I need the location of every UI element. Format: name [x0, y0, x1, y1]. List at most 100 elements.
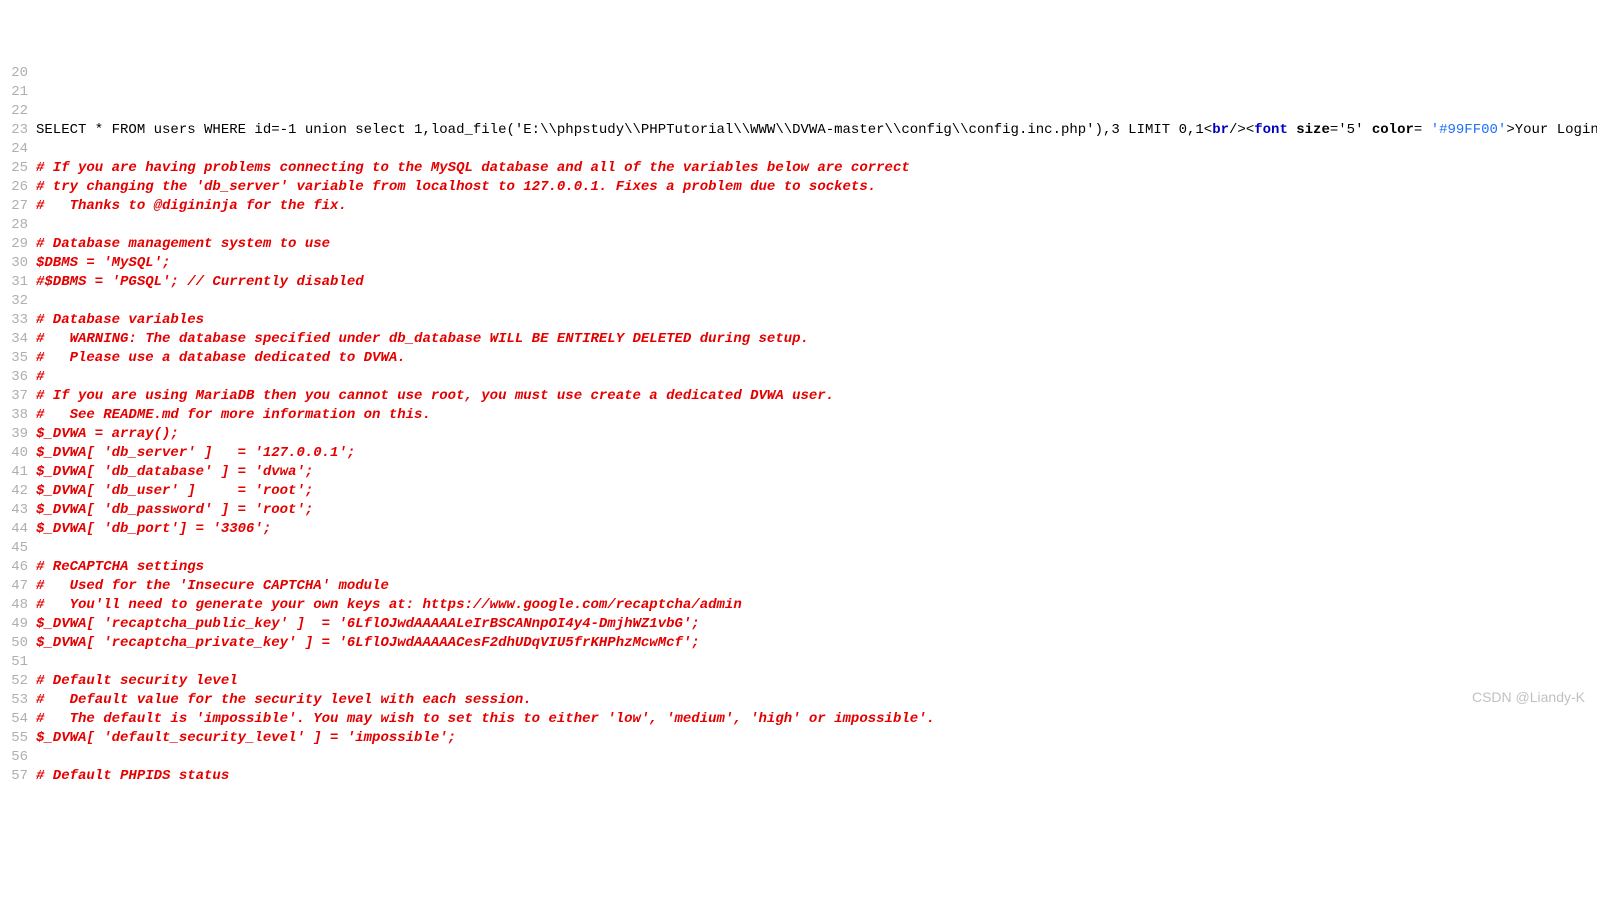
- code-line[interactable]: $_DVWA[ 'db_user' ] = 'root';: [36, 482, 1597, 501]
- code-token: # Database variables: [36, 312, 204, 328]
- code-token: # The default is 'impossible'. You may w…: [36, 711, 935, 727]
- code-token: # Default PHPIDS status: [36, 768, 229, 784]
- code-line[interactable]: [36, 64, 1597, 83]
- code-line[interactable]: # Default value for the security level w…: [36, 691, 1597, 710]
- code-editor[interactable]: 2021222324252627282930313233343536373839…: [0, 64, 1597, 786]
- code-line[interactable]: # Default security level: [36, 672, 1597, 691]
- code-token: '#99FF00': [1431, 122, 1507, 138]
- code-token: # try changing the 'db_server' variable …: [36, 179, 876, 195]
- code-token: #$DBMS = 'PGSQL'; // Currently disabled: [36, 274, 364, 290]
- code-token: # See README.md for more information on …: [36, 407, 431, 423]
- code-line[interactable]: $_DVWA[ 'recaptcha_private_key' ] = '6Lf…: [36, 634, 1597, 653]
- code-line[interactable]: # ReCAPTCHA settings: [36, 558, 1597, 577]
- code-line[interactable]: # If you are using MariaDB then you cann…: [36, 387, 1597, 406]
- code-line[interactable]: # try changing the 'db_server' variable …: [36, 178, 1597, 197]
- code-line[interactable]: $_DVWA[ 'db_password' ] = 'root';: [36, 501, 1597, 520]
- line-number: 55: [0, 729, 28, 748]
- code-token: /><: [1229, 122, 1254, 138]
- code-line[interactable]: # Database variables: [36, 311, 1597, 330]
- line-number: 50: [0, 634, 28, 653]
- code-token: $_DVWA[ 'db_database' ] = 'dvwa';: [36, 464, 313, 480]
- code-token: ='5': [1330, 122, 1372, 138]
- code-token: # Used for the 'Insecure CAPTCHA' module: [36, 578, 389, 594]
- code-line[interactable]: # Please use a database dedicated to DVW…: [36, 349, 1597, 368]
- code-line[interactable]: $_DVWA = array();: [36, 425, 1597, 444]
- line-number: 33: [0, 311, 28, 330]
- line-number: 49: [0, 615, 28, 634]
- line-number: 38: [0, 406, 28, 425]
- line-number: 57: [0, 767, 28, 786]
- code-token: # Database management system to use: [36, 236, 330, 252]
- code-line[interactable]: # Used for the 'Insecure CAPTCHA' module: [36, 577, 1597, 596]
- code-line[interactable]: # If you are having problems connecting …: [36, 159, 1597, 178]
- code-line[interactable]: [36, 748, 1597, 767]
- code-line[interactable]: # WARNING: The database specified under …: [36, 330, 1597, 349]
- code-token: $_DVWA[ 'db_password' ] = 'root';: [36, 502, 313, 518]
- code-token: $_DVWA[ 'db_server' ] = '127.0.0.1';: [36, 445, 355, 461]
- line-number: 37: [0, 387, 28, 406]
- code-token: $_DVWA[ 'recaptcha_private_key' ] = '6Lf…: [36, 635, 700, 651]
- code-line[interactable]: # Thanks to @digininja for the fix.: [36, 197, 1597, 216]
- code-token: [1288, 122, 1296, 138]
- line-number: 47: [0, 577, 28, 596]
- code-token: br: [1212, 122, 1229, 138]
- line-number: 53: [0, 691, 28, 710]
- code-token: # You'll need to generate your own keys …: [36, 597, 742, 613]
- line-number: 34: [0, 330, 28, 349]
- code-line[interactable]: SELECT * FROM users WHERE id=-1 union se…: [36, 121, 1597, 140]
- code-line[interactable]: #$DBMS = 'PGSQL'; // Currently disabled: [36, 273, 1597, 292]
- line-number: 35: [0, 349, 28, 368]
- line-number: 43: [0, 501, 28, 520]
- code-token: $_DVWA[ 'default_security_level' ] = 'im…: [36, 730, 456, 746]
- code-token: $_DVWA[ 'db_port'] = '3306';: [36, 521, 271, 537]
- code-token: SELECT * FROM users WHERE id=-1 union se…: [36, 122, 1212, 138]
- line-number: 27: [0, 197, 28, 216]
- code-token: # Default security level: [36, 673, 238, 689]
- code-token: $_DVWA = array();: [36, 426, 179, 442]
- code-line[interactable]: #: [36, 368, 1597, 387]
- code-token: # Please use a database dedicated to DVW…: [36, 350, 406, 366]
- line-number-gutter: 2021222324252627282930313233343536373839…: [0, 64, 36, 786]
- line-number: 28: [0, 216, 28, 235]
- code-line[interactable]: [36, 539, 1597, 558]
- code-line[interactable]: [36, 653, 1597, 672]
- line-number: 31: [0, 273, 28, 292]
- code-line[interactable]: $_DVWA[ 'default_security_level' ] = 'im…: [36, 729, 1597, 748]
- code-line[interactable]: $_DVWA[ 'db_server' ] = '127.0.0.1';: [36, 444, 1597, 463]
- code-line[interactable]: # Default PHPIDS status: [36, 767, 1597, 786]
- line-number: 22: [0, 102, 28, 121]
- line-number: 39: [0, 425, 28, 444]
- code-area[interactable]: SELECT * FROM users WHERE id=-1 union se…: [36, 64, 1597, 786]
- code-line[interactable]: [36, 216, 1597, 235]
- code-line[interactable]: # See README.md for more information on …: [36, 406, 1597, 425]
- code-line[interactable]: [36, 292, 1597, 311]
- line-number: 29: [0, 235, 28, 254]
- code-token: size: [1296, 122, 1330, 138]
- line-number: 36: [0, 368, 28, 387]
- code-line[interactable]: $_DVWA[ 'db_port'] = '3306';: [36, 520, 1597, 539]
- code-token: # ReCAPTCHA settings: [36, 559, 204, 575]
- line-number: 52: [0, 672, 28, 691]
- line-number: 48: [0, 596, 28, 615]
- line-number: 25: [0, 159, 28, 178]
- code-token: $DBMS = 'MySQL';: [36, 255, 170, 271]
- code-line[interactable]: [36, 83, 1597, 102]
- line-number: 23: [0, 121, 28, 140]
- line-number: 41: [0, 463, 28, 482]
- code-line[interactable]: $_DVWA[ 'db_database' ] = 'dvwa';: [36, 463, 1597, 482]
- line-number: 46: [0, 558, 28, 577]
- line-number: 24: [0, 140, 28, 159]
- line-number: 42: [0, 482, 28, 501]
- code-line[interactable]: $_DVWA[ 'recaptcha_public_key' ] = '6Lfl…: [36, 615, 1597, 634]
- code-token: >Your Login name:: [1506, 122, 1597, 138]
- code-token: color: [1372, 122, 1414, 138]
- code-line[interactable]: [36, 102, 1597, 121]
- code-line[interactable]: [36, 140, 1597, 159]
- line-number: 20: [0, 64, 28, 83]
- code-line[interactable]: # Database management system to use: [36, 235, 1597, 254]
- line-number: 40: [0, 444, 28, 463]
- line-number: 21: [0, 83, 28, 102]
- code-line[interactable]: # You'll need to generate your own keys …: [36, 596, 1597, 615]
- code-token: # If you are using MariaDB then you cann…: [36, 388, 834, 404]
- code-line[interactable]: $DBMS = 'MySQL';: [36, 254, 1597, 273]
